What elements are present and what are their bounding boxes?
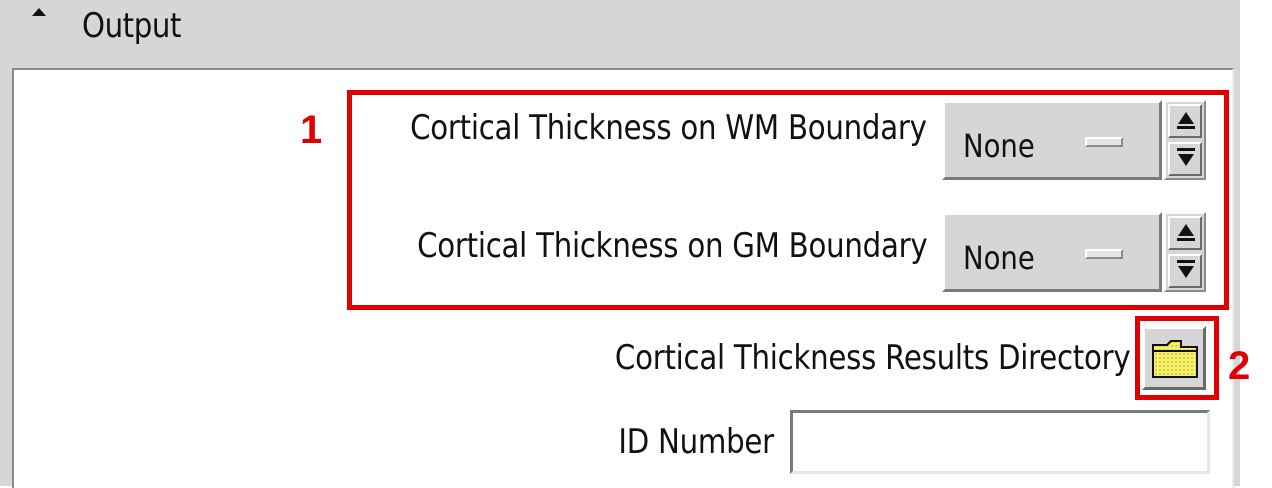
collapse-triangle-icon[interactable]: [32, 8, 46, 16]
id-number-label: ID Number: [618, 422, 774, 462]
output-section-header[interactable]: Output: [0, 0, 1240, 56]
annotation-box-1: [347, 90, 1229, 310]
section-title: Output: [82, 6, 181, 46]
callout-2: 2: [1228, 344, 1251, 388]
id-number-field[interactable]: [790, 410, 1210, 474]
callout-1: 1: [300, 108, 323, 152]
annotation-box-2: [1135, 316, 1219, 400]
results-directory-label: Cortical Thickness Results Directory: [614, 338, 1130, 378]
